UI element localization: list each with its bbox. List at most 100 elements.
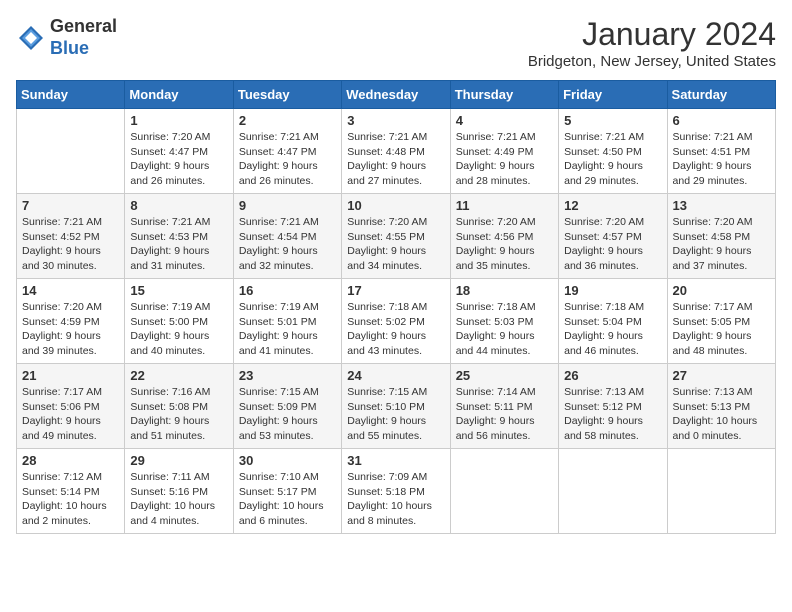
day-number: 29 [130, 453, 227, 468]
column-header-friday: Friday [559, 81, 667, 109]
day-info: Sunrise: 7:20 AMSunset: 4:56 PMDaylight:… [456, 215, 553, 274]
logo-blue-text: Blue [50, 38, 117, 60]
calendar-table: SundayMondayTuesdayWednesdayThursdayFrid… [16, 80, 776, 534]
day-number: 18 [456, 283, 553, 298]
day-number: 1 [130, 113, 227, 128]
day-number: 6 [673, 113, 770, 128]
calendar-cell: 4 Sunrise: 7:21 AMSunset: 4:49 PMDaylight… [450, 109, 558, 194]
day-info: Sunrise: 7:18 AMSunset: 5:02 PMDaylight:… [347, 300, 444, 359]
calendar-cell: 12Sunrise: 7:20 AMSunset: 4:57 PMDayligh… [559, 194, 667, 279]
day-number: 5 [564, 113, 661, 128]
day-info: Sunrise: 7:21 AMSunset: 4:49 PMDaylight:… [456, 130, 553, 189]
calendar-week-row: 14 Sunrise: 7:20 AMSunset: 4:59 PMDayligh… [17, 279, 776, 364]
day-info: Sunrise: 7:09 AMSunset: 5:18 PMDaylight:… [347, 470, 444, 529]
calendar-cell: 25 Sunrise: 7:14 AMSunset: 5:11 PMDayligh… [450, 364, 558, 449]
day-number: 23 [239, 368, 336, 383]
day-number: 24 [347, 368, 444, 383]
calendar-cell: 5 Sunrise: 7:21 AMSunset: 4:50 PMDaylight… [559, 109, 667, 194]
day-number: 7 [22, 198, 119, 213]
calendar-cell: 15Sunrise: 7:19 AMSunset: 5:00 PMDayligh… [125, 279, 233, 364]
location-subtitle: Bridgeton, New Jersey, United States [528, 53, 776, 70]
day-number: 25 [456, 368, 553, 383]
column-header-saturday: Saturday [667, 81, 775, 109]
calendar-cell: 8Sunrise: 7:21 AMSunset: 4:53 PMDaylight… [125, 194, 233, 279]
day-info: Sunrise: 7:19 AMSunset: 5:00 PMDaylight:… [130, 300, 227, 359]
day-number: 22 [130, 368, 227, 383]
calendar-cell: 17 Sunrise: 7:18 AMSunset: 5:02 PMDayligh… [342, 279, 450, 364]
calendar-cell: 22 Sunrise: 7:16 AMSunset: 5:08 PMDayligh… [125, 364, 233, 449]
calendar-cell: 1 Sunrise: 7:20 AMSunset: 4:47 PMDaylight… [125, 109, 233, 194]
calendar-cell: 24 Sunrise: 7:15 AMSunset: 5:10 PMDayligh… [342, 364, 450, 449]
day-info: Sunrise: 7:20 AMSunset: 4:59 PMDaylight:… [22, 300, 119, 359]
calendar-cell: 11 Sunrise: 7:20 AMSunset: 4:56 PMDayligh… [450, 194, 558, 279]
day-number: 16 [239, 283, 336, 298]
day-info: Sunrise: 7:21 AMSunset: 4:54 PMDaylight:… [239, 215, 336, 274]
logo-general-text: General [50, 16, 117, 38]
calendar-cell [450, 449, 558, 534]
day-number: 2 [239, 113, 336, 128]
page-header: General Blue January 2024 Bridgeton, New… [16, 16, 776, 70]
day-info: Sunrise: 7:13 AMSunset: 5:12 PMDaylight:… [564, 385, 661, 444]
calendar-week-row: 7Sunrise: 7:21 AMSunset: 4:52 PMDaylight… [17, 194, 776, 279]
day-info: Sunrise: 7:18 AMSunset: 5:04 PMDaylight:… [564, 300, 661, 359]
day-number: 12 [564, 198, 661, 213]
day-info: Sunrise: 7:16 AMSunset: 5:08 PMDaylight:… [130, 385, 227, 444]
calendar-cell: 30 Sunrise: 7:10 AMSunset: 5:17 PMDayligh… [233, 449, 341, 534]
day-number: 27 [673, 368, 770, 383]
day-info: Sunrise: 7:14 AMSunset: 5:11 PMDaylight:… [456, 385, 553, 444]
day-info: Sunrise: 7:19 AMSunset: 5:01 PMDaylight:… [239, 300, 336, 359]
day-number: 28 [22, 453, 119, 468]
calendar-cell: 7Sunrise: 7:21 AMSunset: 4:52 PMDaylight… [17, 194, 125, 279]
calendar-week-row: 28 Sunrise: 7:12 AMSunset: 5:14 PMDayligh… [17, 449, 776, 534]
day-number: 30 [239, 453, 336, 468]
day-info: Sunrise: 7:21 AMSunset: 4:50 PMDaylight:… [564, 130, 661, 189]
calendar-cell: 18 Sunrise: 7:18 AMSunset: 5:03 PMDayligh… [450, 279, 558, 364]
calendar-cell: 16 Sunrise: 7:19 AMSunset: 5:01 PMDayligh… [233, 279, 341, 364]
calendar-cell: 28 Sunrise: 7:12 AMSunset: 5:14 PMDayligh… [17, 449, 125, 534]
day-info: Sunrise: 7:20 AMSunset: 4:55 PMDaylight:… [347, 215, 444, 274]
day-info: Sunrise: 7:12 AMSunset: 5:14 PMDaylight:… [22, 470, 119, 529]
day-info: Sunrise: 7:20 AMSunset: 4:47 PMDaylight:… [130, 130, 227, 189]
day-number: 11 [456, 198, 553, 213]
day-number: 20 [673, 283, 770, 298]
day-number: 8 [130, 198, 227, 213]
day-number: 10 [347, 198, 444, 213]
day-number: 13 [673, 198, 770, 213]
title-block: January 2024 Bridgeton, New Jersey, Unit… [528, 16, 776, 70]
day-number: 14 [22, 283, 119, 298]
calendar-cell: 29 Sunrise: 7:11 AMSunset: 5:16 PMDayligh… [125, 449, 233, 534]
day-info: Sunrise: 7:11 AMSunset: 5:16 PMDaylight:… [130, 470, 227, 529]
day-info: Sunrise: 7:18 AMSunset: 5:03 PMDaylight:… [456, 300, 553, 359]
calendar-cell: 9 Sunrise: 7:21 AMSunset: 4:54 PMDaylight… [233, 194, 341, 279]
day-info: Sunrise: 7:21 AMSunset: 4:47 PMDaylight:… [239, 130, 336, 189]
day-info: Sunrise: 7:15 AMSunset: 5:09 PMDaylight:… [239, 385, 336, 444]
calendar-week-row: 21Sunrise: 7:17 AMSunset: 5:06 PMDayligh… [17, 364, 776, 449]
calendar-cell: 13 Sunrise: 7:20 AMSunset: 4:58 PMDayligh… [667, 194, 775, 279]
logo: General Blue [16, 16, 117, 59]
column-header-thursday: Thursday [450, 81, 558, 109]
day-info: Sunrise: 7:17 AMSunset: 5:06 PMDaylight:… [22, 385, 119, 444]
day-number: 26 [564, 368, 661, 383]
day-info: Sunrise: 7:17 AMSunset: 5:05 PMDaylight:… [673, 300, 770, 359]
column-header-monday: Monday [125, 81, 233, 109]
day-info: Sunrise: 7:21 AMSunset: 4:51 PMDaylight:… [673, 130, 770, 189]
column-header-wednesday: Wednesday [342, 81, 450, 109]
calendar-cell: 19Sunrise: 7:18 AMSunset: 5:04 PMDayligh… [559, 279, 667, 364]
day-number: 4 [456, 113, 553, 128]
day-info: Sunrise: 7:21 AMSunset: 4:48 PMDaylight:… [347, 130, 444, 189]
calendar-cell: 26 Sunrise: 7:13 AMSunset: 5:12 PMDayligh… [559, 364, 667, 449]
day-info: Sunrise: 7:13 AMSunset: 5:13 PMDaylight:… [673, 385, 770, 444]
day-number: 17 [347, 283, 444, 298]
logo-icon [16, 23, 46, 53]
calendar-cell: 10 Sunrise: 7:20 AMSunset: 4:55 PMDayligh… [342, 194, 450, 279]
day-info: Sunrise: 7:10 AMSunset: 5:17 PMDaylight:… [239, 470, 336, 529]
calendar-cell: 14 Sunrise: 7:20 AMSunset: 4:59 PMDayligh… [17, 279, 125, 364]
day-number: 9 [239, 198, 336, 213]
day-info: Sunrise: 7:15 AMSunset: 5:10 PMDaylight:… [347, 385, 444, 444]
month-title: January 2024 [528, 16, 776, 53]
calendar-week-row: 1 Sunrise: 7:20 AMSunset: 4:47 PMDaylight… [17, 109, 776, 194]
calendar-cell: 6 Sunrise: 7:21 AMSunset: 4:51 PMDaylight… [667, 109, 775, 194]
day-info: Sunrise: 7:20 AMSunset: 4:58 PMDaylight:… [673, 215, 770, 274]
day-number: 3 [347, 113, 444, 128]
calendar-cell [667, 449, 775, 534]
